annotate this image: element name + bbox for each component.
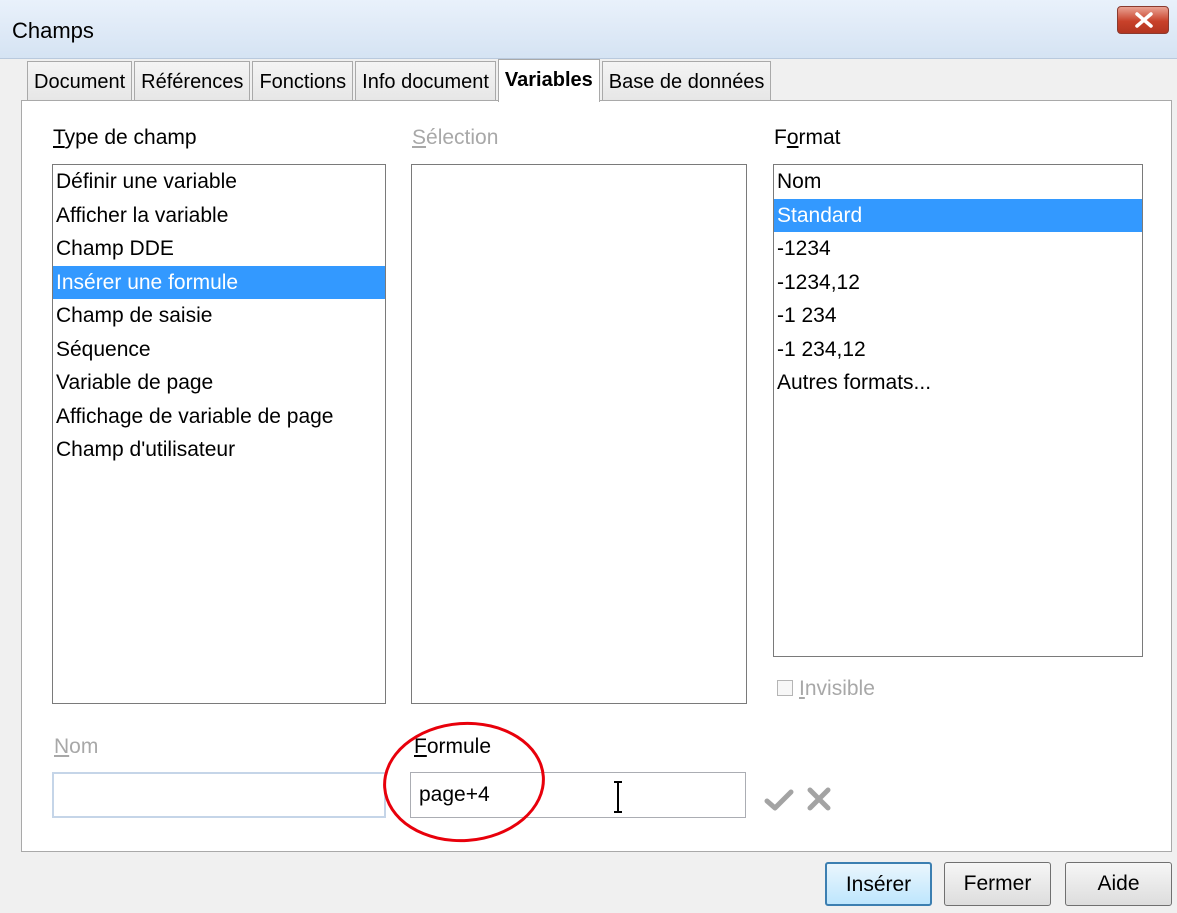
nom-field[interactable]	[52, 772, 386, 818]
cancel-x-icon[interactable]	[806, 786, 832, 812]
type-de-champ-item[interactable]: Affichage de variable de page	[53, 400, 385, 434]
checkmark-icon[interactable]	[764, 788, 794, 812]
selection-list[interactable]	[411, 164, 747, 704]
format-list[interactable]: Nom Standard -1234 -1234,12 -1 234 -1 234,12 A…	[773, 164, 1143, 657]
fermer-button[interactable]: Fermer	[944, 862, 1051, 906]
type-de-champ-item[interactable]: Champ DDE	[53, 232, 385, 266]
format-item[interactable]: -1234	[774, 232, 1142, 266]
close-icon	[1135, 12, 1153, 28]
type-de-champ-label: Type de champ	[53, 126, 197, 149]
type-de-champ-item[interactable]: Champ d'utilisateur	[53, 433, 385, 467]
selection-label: Sélection	[412, 126, 499, 149]
type-de-champ-item[interactable]: Séquence	[53, 333, 385, 367]
format-item[interactable]: -1 234	[774, 299, 1142, 333]
format-item[interactable]: -1234,12	[774, 266, 1142, 300]
window-title: Champs	[12, 18, 94, 43]
aide-button[interactable]: Aide	[1065, 862, 1172, 906]
window-close-button[interactable]	[1117, 6, 1169, 34]
format-item[interactable]: -1 234,12	[774, 333, 1142, 367]
format-item[interactable]: Autres formats...	[774, 366, 1142, 400]
type-de-champ-item[interactable]: Définir une variable	[53, 165, 385, 199]
type-de-champ-item[interactable]: Champ de saisie	[53, 299, 385, 333]
tab-variables[interactable]: Variables	[497, 59, 600, 102]
tab-bar: Document Références Fonctions Info docum…	[27, 59, 773, 102]
tab-fonctions[interactable]: Fonctions	[252, 61, 354, 101]
type-de-champ-item[interactable]: Variable de page	[53, 366, 385, 400]
tab-base-de-donnees[interactable]: Base de données	[601, 61, 772, 101]
type-de-champ-item[interactable]: Insérer une formule	[53, 265, 385, 299]
type-de-champ-list[interactable]: Définir une variable Afficher la variable…	[52, 164, 386, 704]
nom-label: Nom	[54, 735, 99, 758]
format-item[interactable]: Nom	[774, 165, 1142, 199]
format-label: Format	[774, 126, 841, 149]
invisible-label: Invisible	[799, 677, 875, 700]
tab-references[interactable]: Références	[134, 61, 251, 101]
format-item[interactable]: Standard	[774, 198, 1142, 232]
invisible-checkbox[interactable]	[777, 680, 793, 696]
inserer-button[interactable]: Insérer	[825, 862, 932, 906]
type-de-champ-item[interactable]: Afficher la variable	[53, 199, 385, 233]
tab-document[interactable]: Document	[27, 61, 133, 101]
title-bar: Champs	[0, 0, 1177, 59]
text-cursor-icon	[614, 781, 622, 813]
tab-info-document[interactable]: Info document	[355, 61, 496, 101]
